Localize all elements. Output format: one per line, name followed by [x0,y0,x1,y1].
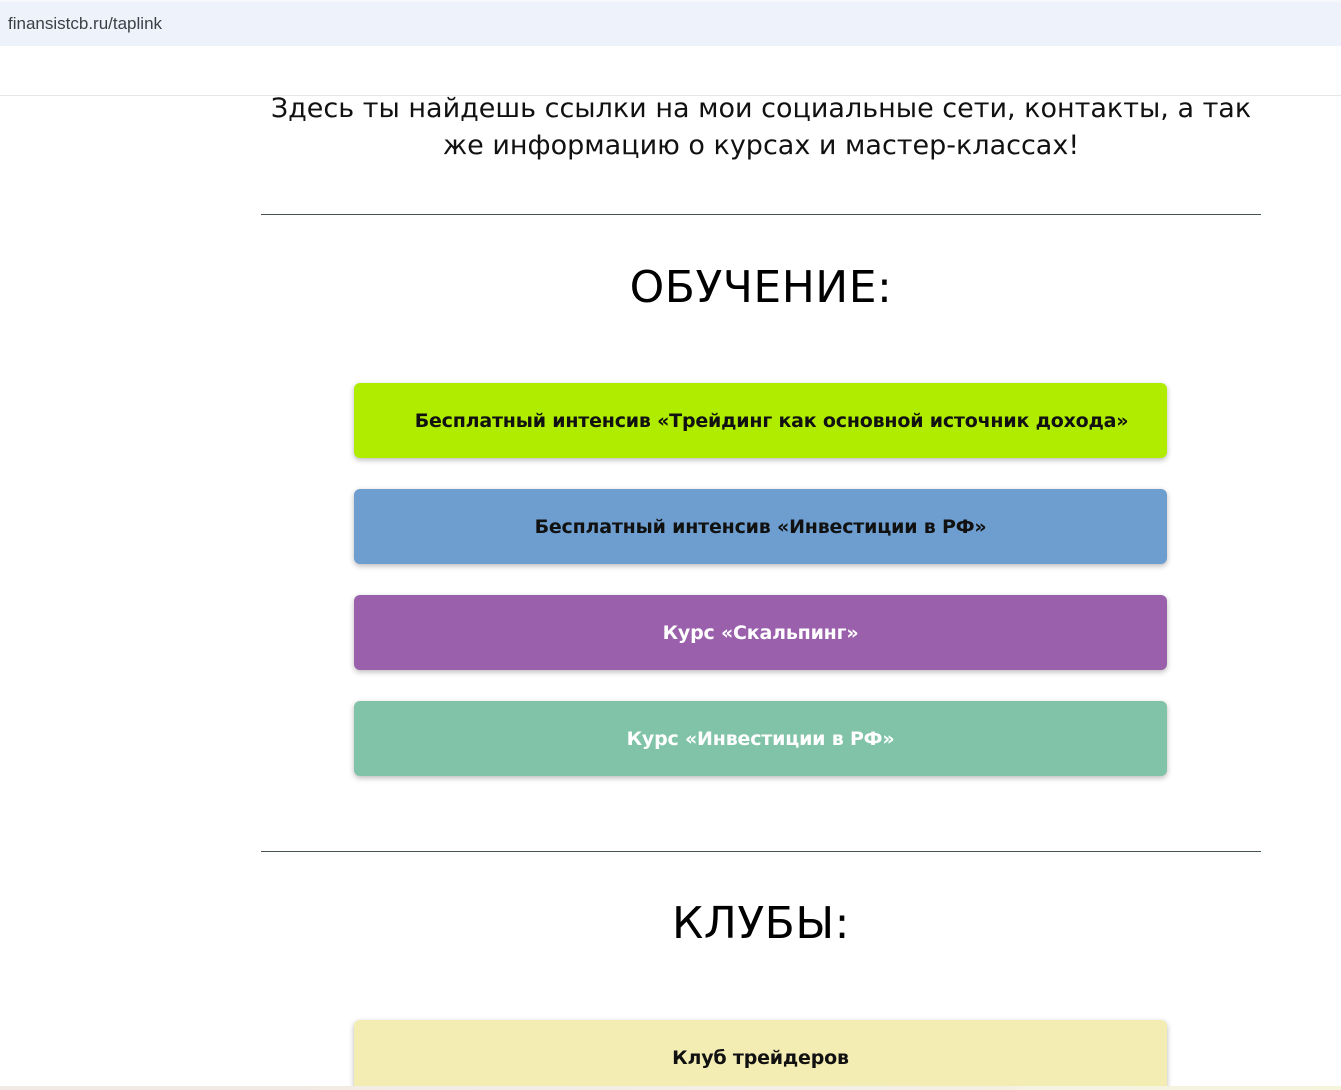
window-bottom-edge [0,1086,1341,1090]
url-text[interactable]: finansistcb.ru/taplink [8,14,162,34]
investments-course-button[interactable]: Курс «Инвестиции в РФ» [354,701,1167,776]
intensive-trading-button[interactable]: Бесплатный интенсив «Трейдинг как основн… [354,383,1167,458]
browser-toolbar [0,46,1341,96]
page-content: Здесь ты найдешь ссылки на мои социальны… [0,96,1341,1086]
traders-club-button[interactable]: Клуб трейдеров [354,1020,1167,1086]
clubs-section-title: КЛУБЫ: [672,898,850,949]
learning-section-title: ОБУЧЕНИЕ: [629,262,893,313]
section-divider [261,214,1261,215]
section-divider [261,851,1261,852]
intensive-investments-button[interactable]: Бесплатный интенсив «Инвестиции в РФ» [354,489,1167,564]
address-bar[interactable]: finansistcb.ru/taplink [0,0,1341,46]
scalping-course-button[interactable]: Курс «Скальпинг» [354,595,1167,670]
intro-text: Здесь ты найдешь ссылки на мои социальны… [270,96,1252,161]
